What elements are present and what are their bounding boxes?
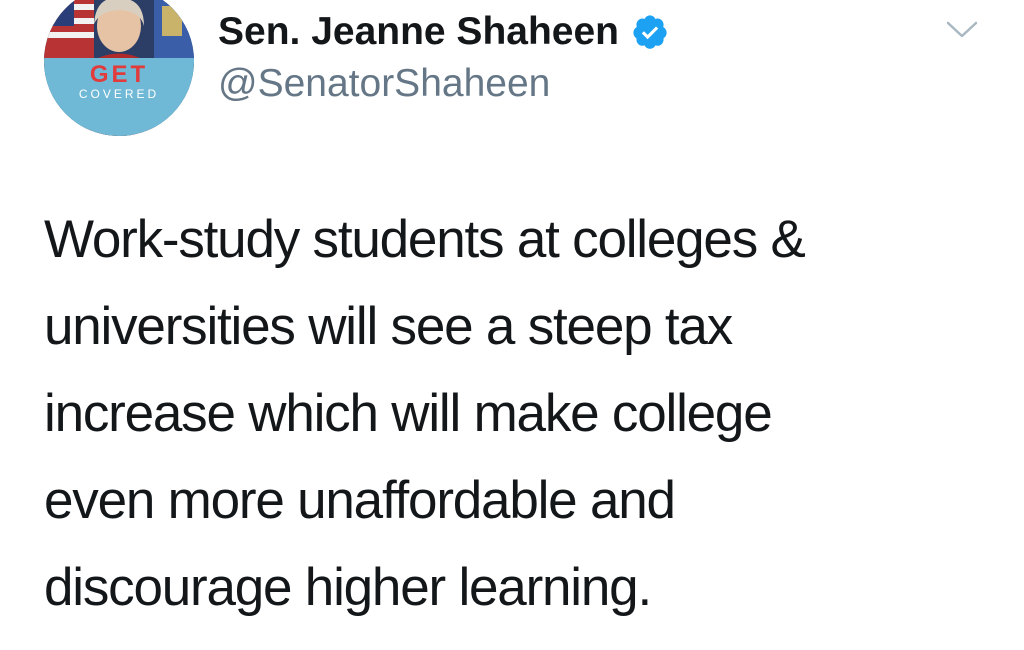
author-name-row: Sen. Jeanne Shaheen	[218, 8, 669, 56]
display-name[interactable]: Sen. Jeanne Shaheen	[218, 10, 619, 54]
chevron-down-icon	[945, 20, 979, 45]
avatar[interactable]: GET COVERED	[44, 0, 194, 136]
tweet-text-line: universities will see a steep tax	[44, 297, 733, 356]
avatar-badge-covered: COVERED	[78, 87, 160, 101]
tweet-text-line: increase which will make college	[44, 384, 773, 443]
avatar-badge-get: GET	[89, 61, 149, 88]
tweet-text-line: Work-study students at colleges &	[44, 210, 806, 269]
tweet-card: GET COVERED Sen. Jeanne Shaheen @Senator…	[0, 0, 1024, 650]
tweet-text: Work-study students at colleges & univer…	[44, 196, 1004, 631]
tweet-menu-button[interactable]	[940, 14, 984, 50]
author-handle[interactable]: @SenatorShaheen	[218, 62, 550, 106]
verified-badge-icon	[631, 13, 669, 51]
tweet-text-line: discourage higher learning.	[44, 558, 652, 617]
tweet-text-line: even more unaffordable and	[44, 471, 676, 530]
